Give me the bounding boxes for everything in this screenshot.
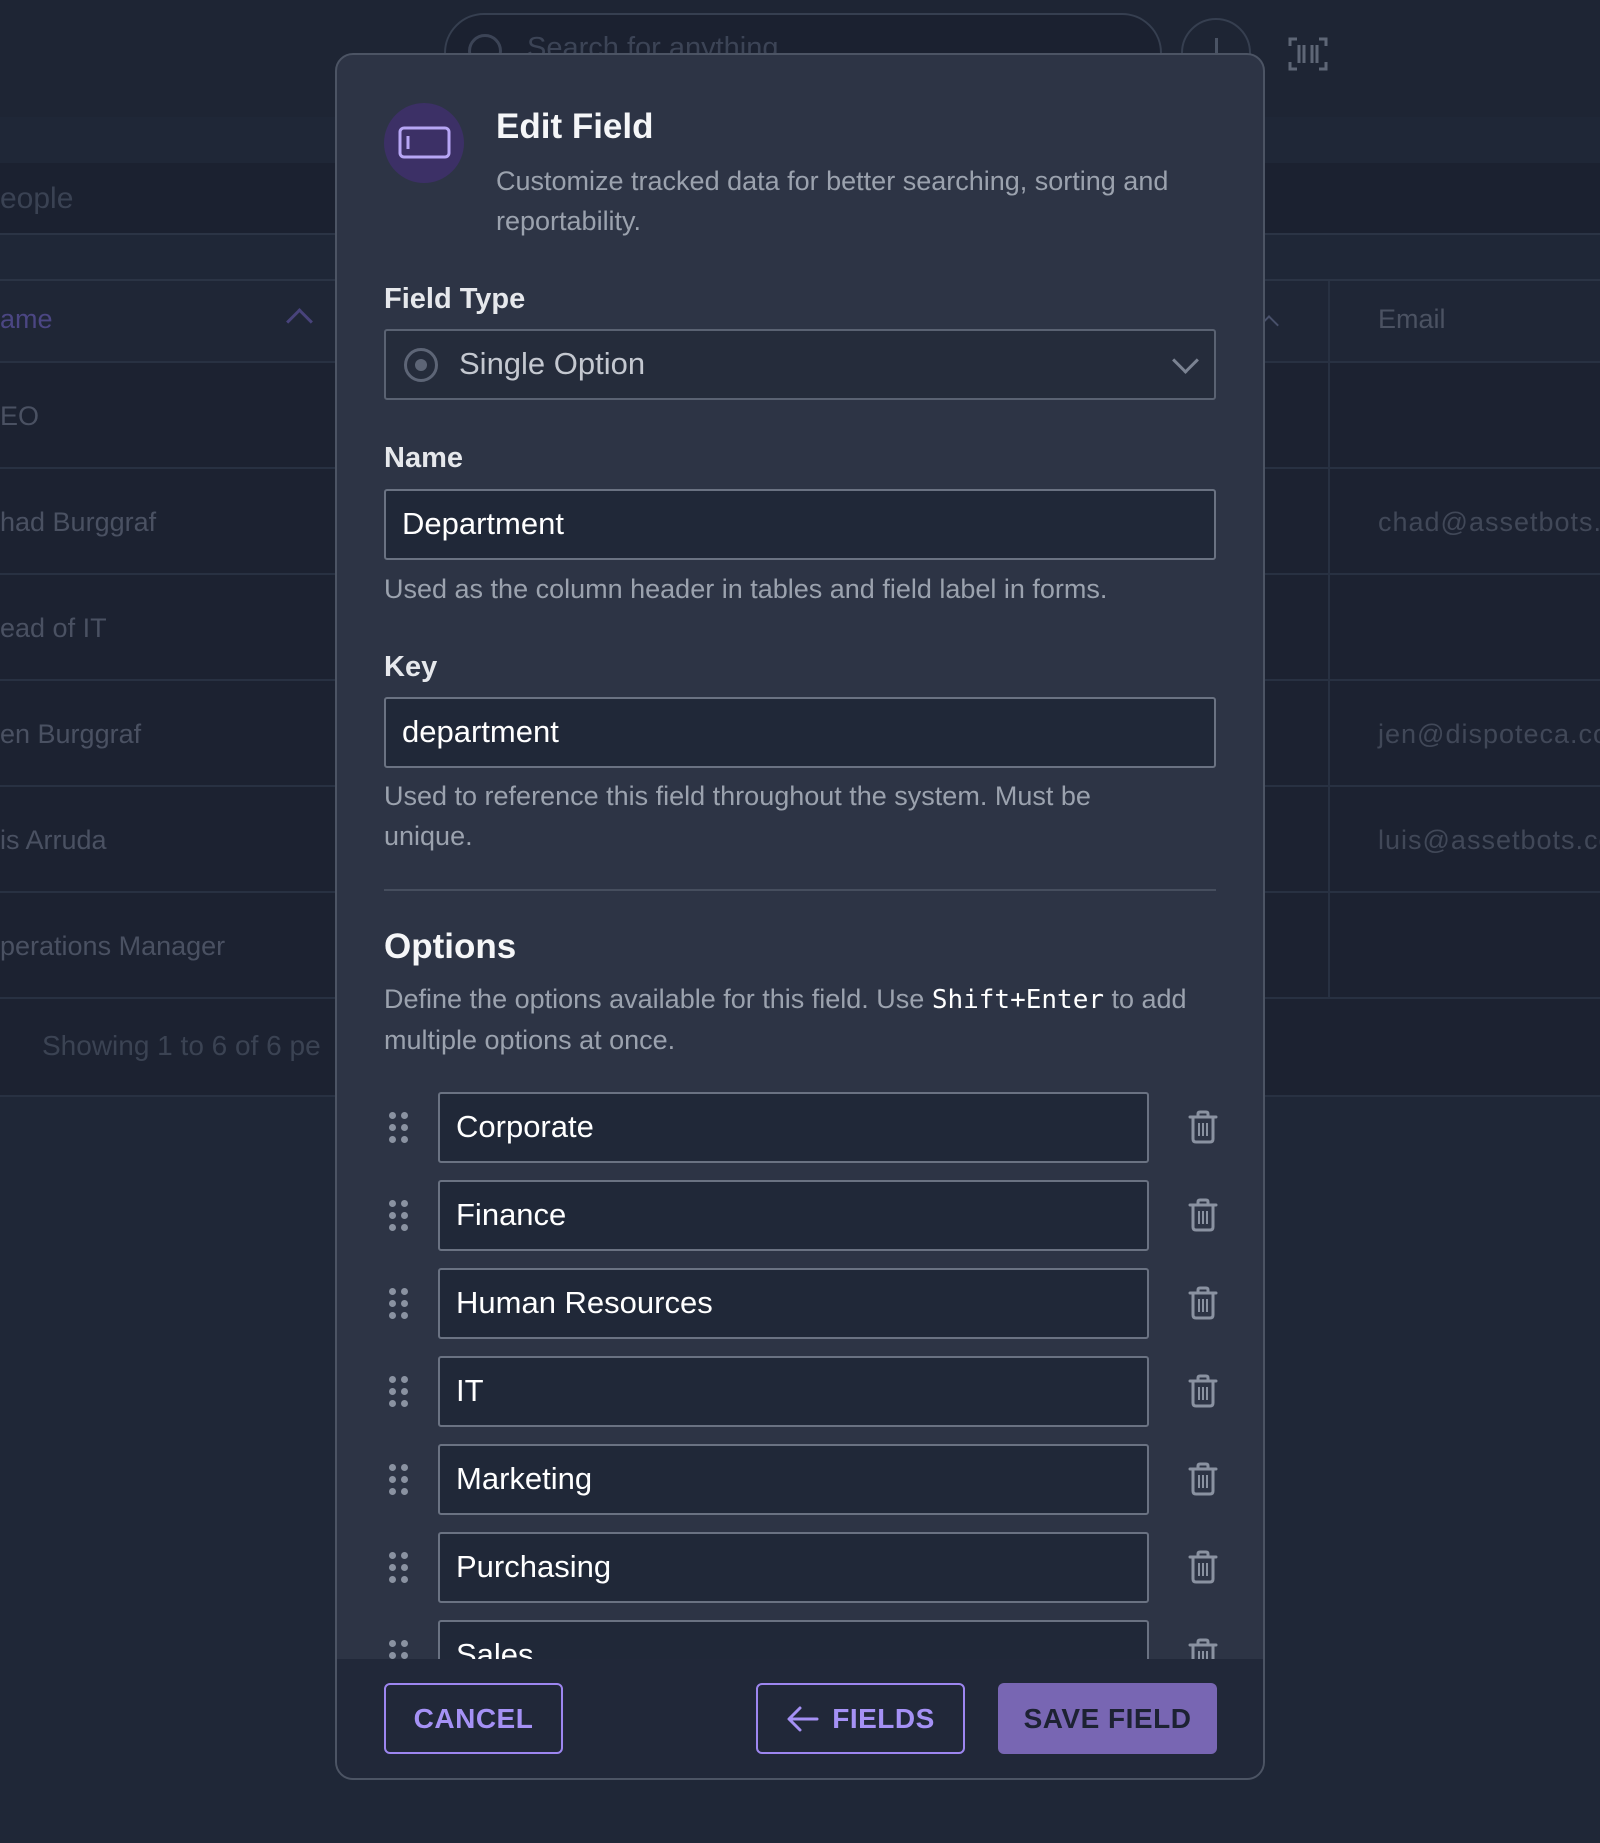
drag-handle-icon[interactable] (389, 1552, 411, 1584)
option-input[interactable]: Corporate (438, 1092, 1149, 1163)
name-help-text: Used as the column header in tables and … (384, 574, 1108, 604)
column-header-name[interactable]: ame (0, 304, 53, 335)
row-name: EO (0, 401, 40, 431)
row-name: ead of IT (0, 613, 107, 643)
trash-icon[interactable] (1188, 1198, 1218, 1232)
options-title: Options (384, 927, 517, 966)
edit-field-dialog: Edit Field Customize tracked data for be… (335, 53, 1265, 1780)
option-value: IT (456, 1373, 484, 1408)
key-label: Key (384, 651, 438, 683)
drag-handle-icon[interactable] (389, 1464, 411, 1496)
trash-icon[interactable] (1188, 1374, 1218, 1408)
option-value: Purchasing (456, 1549, 612, 1584)
option-value: Marketing (456, 1461, 593, 1496)
option-input[interactable]: IT (438, 1356, 1149, 1427)
row-name: is Arruda (0, 825, 107, 855)
name-input[interactable]: Department (384, 489, 1216, 560)
people-search-placeholder: eople (0, 182, 74, 215)
trash-icon[interactable] (1188, 1110, 1218, 1144)
key-help-text: Used to reference this field throughout … (384, 781, 1091, 851)
radio-option-icon (404, 348, 438, 382)
field-type-select[interactable]: Single Option (384, 329, 1216, 400)
row-email: jen@dispoteca.co (1378, 719, 1600, 749)
shortcut-code: Shift+Enter (931, 985, 1104, 1015)
option-row: Marketing (384, 1444, 1218, 1515)
back-to-fields-button[interactable]: FIELDS (756, 1683, 965, 1754)
key-input[interactable]: department (384, 697, 1216, 768)
dialog-footer: CANCEL FIELDS SAVE FIELD (337, 1659, 1263, 1778)
arrow-left-icon (787, 1706, 819, 1731)
section-divider (384, 889, 1216, 891)
option-value: Human Resources (456, 1285, 713, 1320)
options-help-text: Define the options available for this fi… (384, 979, 1216, 1060)
column-divider (1328, 281, 1330, 997)
field-icon-badge (384, 103, 464, 183)
barcode-scan-icon[interactable] (1288, 36, 1328, 72)
option-input[interactable]: Human Resources (438, 1268, 1149, 1339)
option-input[interactable]: Purchasing (438, 1532, 1149, 1603)
option-row: Human Resources (384, 1268, 1218, 1339)
option-row: IT (384, 1356, 1218, 1427)
save-label: SAVE FIELD (1023, 1702, 1192, 1734)
option-value: Corporate (456, 1109, 594, 1144)
row-email: luis@assetbots.co (1378, 825, 1600, 855)
drag-handle-icon[interactable] (389, 1376, 411, 1408)
dialog-description: Customize tracked data for better search… (496, 166, 1169, 236)
option-row: Finance (384, 1180, 1218, 1251)
field-type-label: Field Type (384, 283, 526, 315)
option-input[interactable]: Marketing (438, 1444, 1149, 1515)
option-value: Finance (456, 1197, 567, 1232)
text-input-icon (398, 126, 451, 159)
trash-icon[interactable] (1188, 1462, 1218, 1496)
drag-handle-icon[interactable] (389, 1288, 411, 1320)
back-label: FIELDS (832, 1702, 935, 1734)
pagination-summary: Showing 1 to 6 of 6 pe (42, 1030, 321, 1061)
dialog-title: Edit Field (496, 107, 654, 146)
options-help-before: Define the options available for this fi… (384, 984, 932, 1014)
row-email: chad@assetbots. (1378, 507, 1600, 537)
row-name: had Burggraf (0, 507, 157, 537)
trash-icon[interactable] (1188, 1550, 1218, 1584)
name-input-value: Department (402, 506, 564, 541)
cancel-label: CANCEL (413, 1702, 534, 1734)
field-type-value: Single Option (459, 346, 646, 381)
drag-handle-icon[interactable] (389, 1200, 411, 1232)
option-input[interactable]: Finance (438, 1180, 1149, 1251)
chevron-down-icon (1172, 347, 1199, 374)
trash-icon[interactable] (1188, 1286, 1218, 1320)
key-input-value: department (402, 714, 559, 749)
row-name: perations Manager (0, 931, 226, 961)
option-row: Corporate (384, 1092, 1218, 1163)
cancel-button[interactable]: CANCEL (384, 1683, 563, 1754)
column-header-email[interactable]: Email (1378, 304, 1446, 335)
drag-handle-icon[interactable] (389, 1112, 411, 1144)
save-field-button[interactable]: SAVE FIELD (998, 1683, 1217, 1754)
row-name: en Burggraf (0, 719, 142, 749)
name-label: Name (384, 442, 463, 474)
option-row: Purchasing (384, 1532, 1218, 1603)
